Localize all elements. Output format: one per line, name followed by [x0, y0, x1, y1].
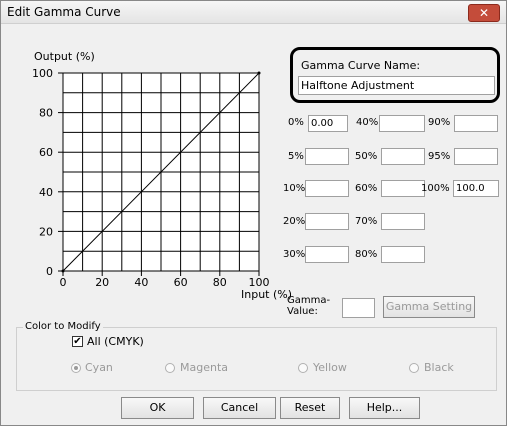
- point-label: 70%: [355, 216, 378, 227]
- gamma-setting-button[interactable]: Gamma Setting: [383, 296, 475, 318]
- radio-black[interactable]: [409, 363, 419, 373]
- y-tick-label: 60: [39, 146, 53, 159]
- x-tick-label: 20: [95, 276, 109, 289]
- radio-cyan[interactable]: [71, 363, 81, 373]
- point-label: 0%: [288, 117, 304, 128]
- point-value-field[interactable]: [454, 115, 498, 132]
- x-tick-label: 0: [60, 276, 67, 289]
- x-tick-label: 80: [213, 276, 227, 289]
- radio-yellow-label: Yellow: [313, 361, 347, 374]
- gamma-value-label: Gamma- Value:: [287, 295, 331, 317]
- y-tick-label: 100: [32, 67, 53, 80]
- close-button[interactable]: ✕: [468, 4, 500, 22]
- point-label: 40%: [356, 117, 379, 128]
- close-icon: ✕: [478, 6, 490, 20]
- cancel-button[interactable]: Cancel: [203, 397, 276, 419]
- x-axis-label: Input (%): [241, 288, 291, 301]
- point-value-field[interactable]: [381, 213, 425, 230]
- point-label: 30%: [283, 249, 306, 260]
- y-tick-label: 40: [39, 186, 53, 199]
- radio-cyan-label: Cyan: [85, 361, 113, 374]
- point-label: 60%: [355, 183, 378, 194]
- all-cmyk-label: All (CMYK): [87, 335, 144, 348]
- edit-gamma-curve-dialog: Edit Gamma Curve ✕ Output (%) 0 20 40 60 80 1…: [0, 0, 507, 426]
- point-label: 20%: [283, 216, 306, 227]
- radio-magenta[interactable]: [165, 363, 175, 373]
- point-value-field[interactable]: [381, 180, 425, 197]
- point-value-field[interactable]: [305, 246, 349, 263]
- ok-button[interactable]: OK: [121, 397, 194, 419]
- x-tick-label: 60: [174, 276, 188, 289]
- gamma-name-field[interactable]: Halftone Adjustment: [298, 76, 495, 95]
- point-label: 80%: [355, 249, 378, 260]
- y-tick-label: 80: [39, 107, 53, 120]
- point-value-field[interactable]: [305, 213, 349, 230]
- point-value-field[interactable]: 0.00: [308, 115, 348, 132]
- point-value-field[interactable]: [454, 148, 498, 165]
- all-cmyk-checkbox[interactable]: ✔: [72, 336, 83, 347]
- point-value-field[interactable]: [381, 148, 425, 165]
- checkmark-icon: ✔: [73, 336, 82, 347]
- point-value-field[interactable]: [305, 180, 349, 197]
- gamma-value-field[interactable]: [342, 298, 375, 318]
- point-label: 90%: [428, 117, 451, 128]
- point-label: 100%: [421, 183, 450, 194]
- point-label: 5%: [288, 151, 304, 162]
- gamma-curve-chart[interactable]: 0 20 40 60 80 100020406080100 Input (%): [1, 1, 291, 311]
- radio-yellow[interactable]: [298, 363, 308, 373]
- x-tick-label: 40: [134, 276, 148, 289]
- color-to-modify-label: Color to Modify: [23, 321, 103, 332]
- point-label: 95%: [428, 151, 451, 162]
- curve-point: [257, 71, 261, 75]
- point-value-field[interactable]: [381, 246, 425, 263]
- help-button[interactable]: Help...: [349, 397, 420, 419]
- point-label: 50%: [355, 151, 378, 162]
- y-tick-label: 0: [46, 265, 53, 278]
- point-value-field[interactable]: [305, 148, 349, 165]
- gamma-name-label: Gamma Curve Name:: [301, 59, 421, 72]
- radio-black-label: Black: [424, 361, 454, 374]
- radio-magenta-label: Magenta: [180, 361, 229, 374]
- point-value-field[interactable]: 100.0: [453, 180, 499, 197]
- y-tick-label: 20: [39, 225, 53, 238]
- curve-point: [61, 269, 65, 273]
- point-label: 10%: [283, 183, 306, 194]
- reset-button[interactable]: Reset: [280, 397, 340, 419]
- point-value-field[interactable]: [379, 115, 425, 132]
